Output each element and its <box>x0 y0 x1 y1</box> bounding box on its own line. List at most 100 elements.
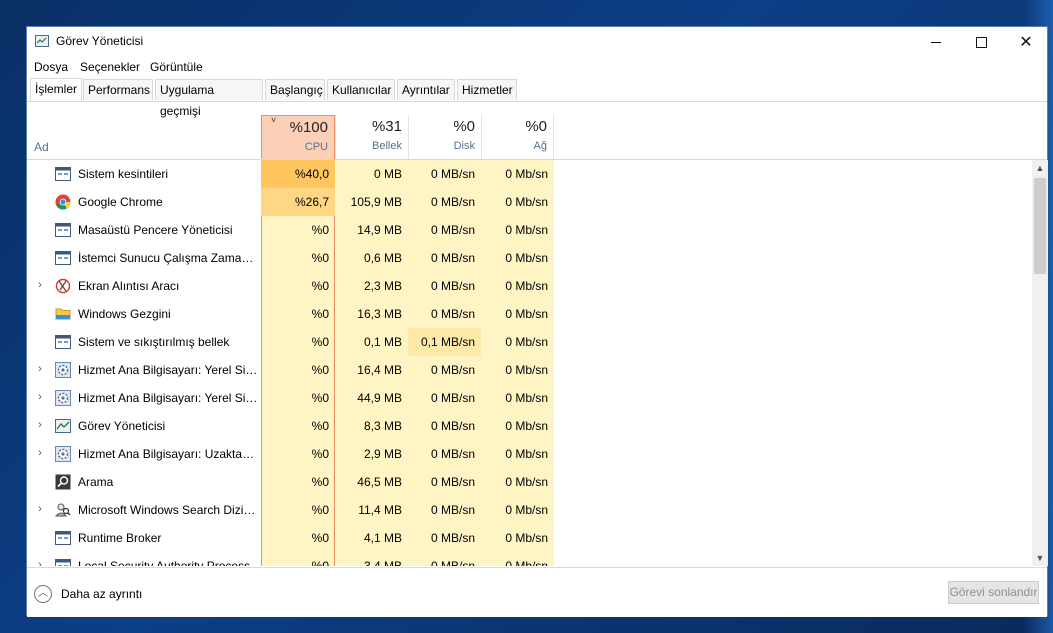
process-name: Hizmet Ana Bilgisayarı: Yerel Sistem <box>78 363 258 377</box>
footer-bar: ︿ Daha az ayrıntı Görevi sonlandır <box>27 567 1047 617</box>
minimize-button[interactable] <box>913 27 959 57</box>
memory-label: Bellek <box>372 140 402 152</box>
close-button[interactable]: ✕ <box>1003 27 1049 57</box>
tab-app-history[interactable]: Uygulama geçmişi <box>155 79 263 118</box>
column-name-header[interactable]: Ad <box>34 140 49 154</box>
expand-chevron-icon[interactable]: › <box>35 559 45 566</box>
process-row[interactable]: › Hizmet Ana Bilgisayarı: Uzaktan Yordam … <box>27 440 1031 468</box>
process-row[interactable]: › Local Security Authority Process %0 3,4 M… <box>27 552 1031 566</box>
process-row[interactable]: Sistem kesintileri %40,0 0 MB 0 MB/sn 0 Mb/s… <box>27 160 1031 188</box>
process-row[interactable]: Sistem ve sıkıştırılmış bellek %0 0,1 MB 0,… <box>27 328 1031 356</box>
window-title: Görev Yöneticisi <box>56 34 144 48</box>
folder-icon <box>55 306 71 322</box>
memory-cell: 0,6 MB <box>363 251 402 265</box>
network-cell: 0 Mb/sn <box>505 335 548 349</box>
disk-cell: 0 MB/sn <box>430 447 475 461</box>
expand-chevron-icon[interactable]: › <box>35 447 45 459</box>
process-row[interactable]: › Hizmet Ana Bilgisayarı: Yerel Sistem %0 4… <box>27 384 1031 412</box>
expand-chevron-icon[interactable]: › <box>35 391 45 403</box>
task-manager-window: Görev Yöneticisi ✕ Dosya Seçenekler Görü… <box>26 26 1048 617</box>
process-name: Windows Gezgini <box>78 307 171 321</box>
close-icon: ✕ <box>1019 34 1033 51</box>
menu-options[interactable]: Seçenekler <box>80 60 140 74</box>
disk-cell: 0 MB/sn <box>430 363 475 377</box>
expand-chevron-icon[interactable]: › <box>35 503 45 515</box>
tab-performance[interactable]: Performans <box>83 79 153 100</box>
disk-cell: 0,1 MB/sn <box>408 328 481 356</box>
memory-cell: 11,4 MB <box>358 503 402 517</box>
process-row[interactable]: Windows Gezgini %0 16,3 MB 0 MB/sn 0 Mb/sn <box>27 300 1031 328</box>
system-window-icon <box>55 166 71 182</box>
disk-cell: 0 MB/sn <box>430 223 475 237</box>
menu-bar: Dosya Seçenekler Görüntüle <box>27 57 1047 77</box>
sort-chevron-down-icon: ˅ <box>271 115 277 125</box>
process-row[interactable]: Runtime Broker %0 4,1 MB 0 MB/sn 0 Mb/sn <box>27 524 1031 552</box>
process-row[interactable]: › Hizmet Ana Bilgisayarı: Yerel Sistem %0 1… <box>27 356 1031 384</box>
menu-view[interactable]: Görüntüle <box>150 60 203 74</box>
disk-cell: 0 MB/sn <box>430 167 475 181</box>
process-name: Google Chrome <box>78 195 163 209</box>
disk-label: Disk <box>453 140 475 152</box>
maximize-icon <box>975 36 987 48</box>
expand-chevron-icon[interactable]: › <box>35 363 45 375</box>
scroll-down-icon[interactable]: ▼ <box>1032 550 1048 566</box>
chevron-up-circle-icon[interactable]: ︿ <box>34 585 52 603</box>
process-row[interactable]: › Microsoft Windows Search Dizin Oluşturu… <box>27 496 1031 524</box>
search-icon <box>55 474 71 490</box>
disk-cell: 0 MB/sn <box>430 531 475 545</box>
process-row[interactable]: Masaüstü Pencere Yöneticisi %0 14,9 MB 0 MB… <box>27 216 1031 244</box>
column-cpu-header[interactable]: ˅ %100 CPU <box>261 115 335 159</box>
scrollbar-thumb[interactable] <box>1034 178 1046 274</box>
title-bar[interactable]: Görev Yöneticisi ✕ <box>27 27 1047 57</box>
task-manager-icon <box>55 418 71 434</box>
process-row[interactable]: İstemci Sunucu Çalışma Zamanı İşlemi %0 0,… <box>27 244 1031 272</box>
process-name: İstemci Sunucu Çalışma Zamanı İşlemi <box>78 251 258 265</box>
process-row[interactable]: Google Chrome %26,7 105,9 MB 0 MB/sn 0 Mb/sn <box>27 188 1031 216</box>
process-row[interactable]: Arama %0 46,5 MB 0 MB/sn 0 Mb/sn <box>27 468 1031 496</box>
disk-cell: 0 MB/sn <box>430 503 475 517</box>
network-cell: 0 Mb/sn <box>505 251 548 265</box>
expand-chevron-icon[interactable]: › <box>35 419 45 431</box>
memory-cell: 14,9 MB <box>357 223 402 237</box>
column-memory-header[interactable]: %31 Bellek <box>335 115 408 159</box>
cpu-cell: %0 <box>311 363 329 377</box>
vertical-scrollbar[interactable]: ▲ ▼ <box>1032 160 1048 566</box>
cpu-cell: %0 <box>311 447 329 461</box>
chrome-icon <box>55 194 71 210</box>
process-row[interactable]: › Ekran Alıntısı Aracı %0 2,3 MB 0 MB/sn 0 Mb… <box>27 272 1031 300</box>
process-name: Runtime Broker <box>78 531 162 545</box>
tab-processes[interactable]: İşlemler <box>30 78 82 101</box>
network-cell: 0 Mb/sn <box>505 419 548 433</box>
scroll-up-icon[interactable]: ▲ <box>1032 160 1048 176</box>
disk-cell: 0 MB/sn <box>430 391 475 405</box>
cpu-total: %100 <box>289 119 328 136</box>
process-name: Hizmet Ana Bilgisayarı: Yerel Sistem <box>78 391 258 405</box>
tab-details[interactable]: Ayrıntılar <box>397 79 455 100</box>
process-row[interactable]: › Görev Yöneticisi %0 8,3 MB 0 MB/sn 0 Mb/sn <box>27 412 1031 440</box>
memory-cell: 4,1 MB <box>363 531 402 545</box>
process-name: Local Security Authority Process <box>78 559 251 566</box>
column-disk-header[interactable]: %0 Disk <box>408 115 481 159</box>
fewer-details-link[interactable]: Daha az ayrıntı <box>61 587 142 601</box>
network-cell: 0 Mb/sn <box>505 167 548 181</box>
cpu-cell: %0 <box>311 307 329 321</box>
memory-cell: 3,4 MB <box>363 559 402 566</box>
disk-cell: 0 MB/sn <box>430 251 475 265</box>
tab-users[interactable]: Kullanıcılar <box>327 79 395 100</box>
network-cell: 0 Mb/sn <box>505 279 548 293</box>
memory-cell: 105,9 MB <box>350 195 402 209</box>
end-task-button[interactable]: Görevi sonlandır <box>948 581 1039 604</box>
gear-icon <box>55 362 71 378</box>
menu-file[interactable]: Dosya <box>34 60 68 74</box>
tab-startup[interactable]: Başlangıç <box>265 79 325 100</box>
network-cell: 0 Mb/sn <box>505 307 548 321</box>
system-window-icon <box>55 222 71 238</box>
network-cell: 0 Mb/sn <box>505 195 548 209</box>
tab-services[interactable]: Hizmetler <box>457 79 517 100</box>
column-network-header[interactable]: %0 Ağ <box>481 115 554 159</box>
cpu-cell: %0 <box>311 335 329 349</box>
process-list: Sistem kesintileri %40,0 0 MB 0 MB/sn 0 Mb/s… <box>27 160 1031 566</box>
expand-chevron-icon[interactable]: › <box>35 279 45 291</box>
maximize-button[interactable] <box>958 27 1004 57</box>
disk-cell: 0 MB/sn <box>430 559 475 566</box>
